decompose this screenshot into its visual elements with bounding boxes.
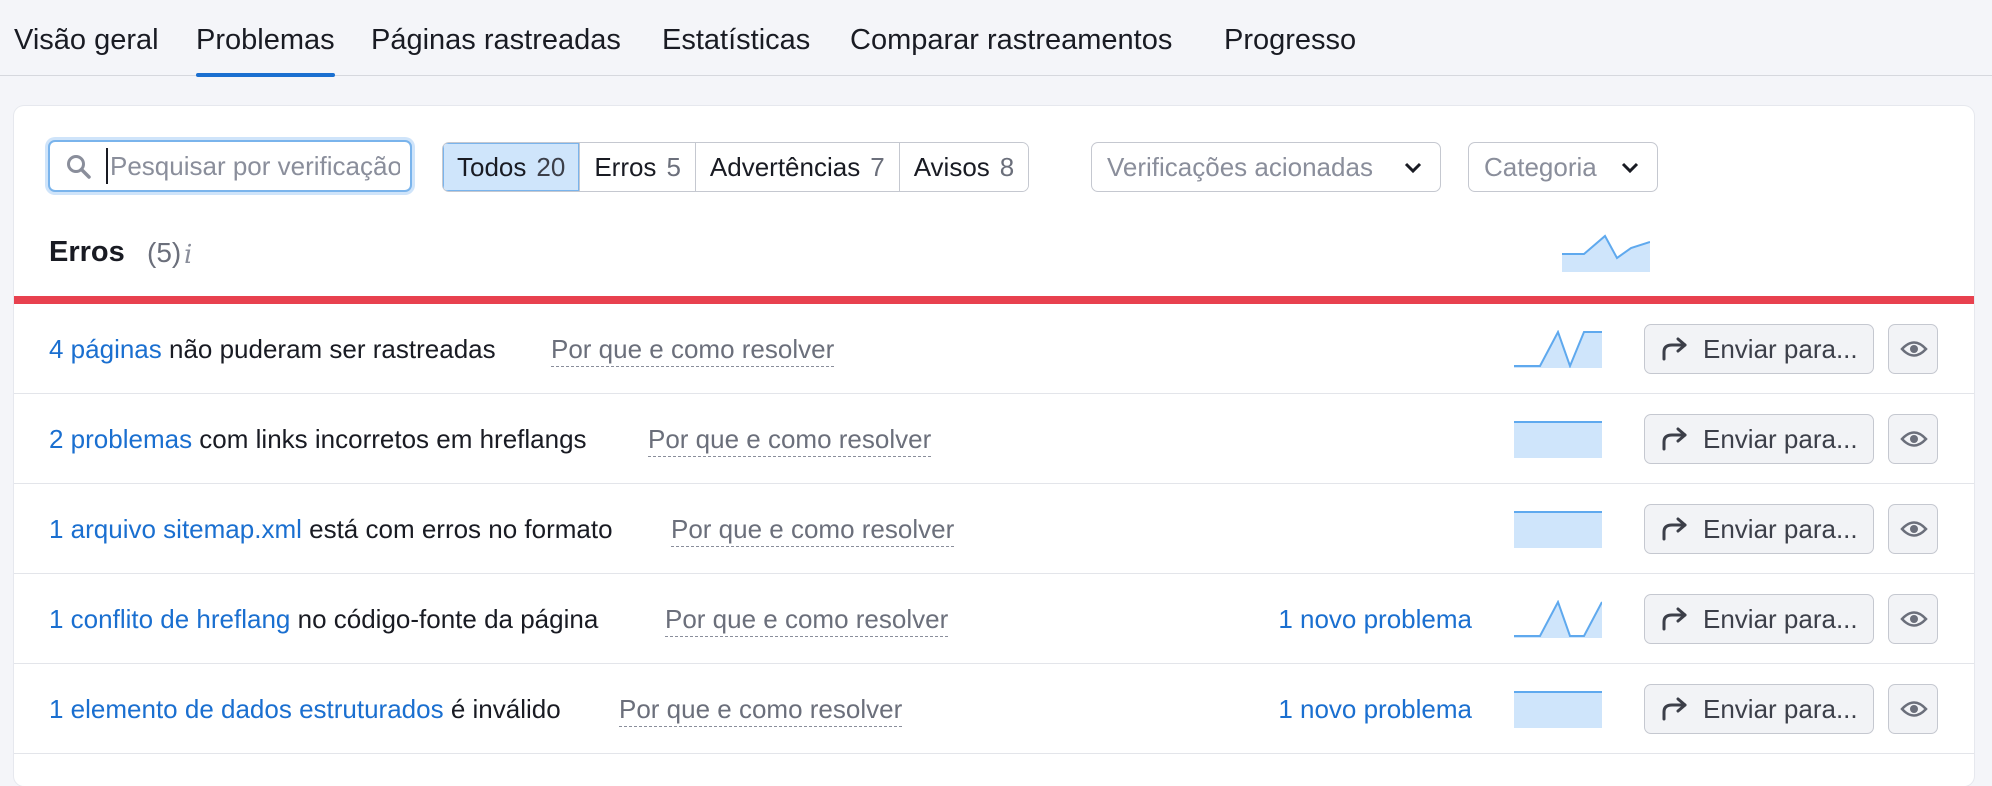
eye-icon	[1900, 701, 1928, 717]
filter-count: 20	[536, 152, 566, 182]
filter-count: 7	[870, 152, 885, 182]
filter-label: Avisos	[913, 152, 990, 182]
table-row: 1 arquivo sitemap.xml está com erros no …	[14, 484, 1974, 574]
new-issue-link[interactable]: 1 novo problema	[1278, 574, 1472, 664]
issue-link[interactable]: 1 arquivo sitemap.xml	[49, 514, 302, 544]
eye-icon	[1900, 341, 1928, 357]
category-dropdown-label: Categoria	[1484, 152, 1597, 182]
hide-issue-button[interactable]	[1888, 414, 1938, 464]
checks-dropdown-label: Verificações acionadas	[1107, 152, 1373, 182]
table-row: 4 páginas não puderam ser rastreadas Por…	[14, 304, 1974, 394]
tab-estatisticas[interactable]: Estatísticas	[662, 0, 810, 76]
errors-severity-bar	[14, 296, 1974, 304]
tab-bar: Visão geral Problemas Páginas rastreadas…	[0, 0, 1992, 77]
send-to-button[interactable]: Enviar para...	[1644, 324, 1874, 374]
new-issue-link[interactable]: 1 novo problema	[1278, 664, 1472, 754]
issue-text: 1 arquivo sitemap.xml está com erros no …	[49, 484, 613, 574]
issue-link[interactable]: 1 elemento de dados estruturados	[49, 694, 444, 724]
category-dropdown[interactable]: Categoria	[1468, 142, 1658, 192]
hide-issue-button[interactable]	[1888, 504, 1938, 554]
section-title: Erros	[49, 236, 125, 268]
section-count: (5)	[147, 237, 182, 268]
issue-description: é inválido	[443, 694, 561, 724]
issue-link[interactable]: 2 problemas	[49, 424, 192, 454]
issue-text: 4 páginas não puderam ser rastreadas	[49, 304, 496, 394]
filter-todos[interactable]: Todos 20	[443, 143, 581, 191]
filter-label: Erros	[594, 152, 657, 182]
checks-dropdown[interactable]: Verificações acionadas	[1091, 142, 1441, 192]
send-to-label: Enviar para...	[1703, 514, 1858, 544]
share-arrow-icon	[1662, 697, 1687, 721]
send-to-button[interactable]: Enviar para...	[1644, 594, 1874, 644]
eye-icon	[1900, 431, 1928, 447]
issue-description: com links incorretos em hreflangs	[192, 424, 587, 454]
why-how-to-fix-label: Por que e como resolver	[619, 694, 903, 727]
search-box	[48, 140, 412, 192]
send-to-label: Enviar para...	[1703, 694, 1858, 724]
share-arrow-icon	[1662, 517, 1687, 541]
issue-description: não puderam ser rastreadas	[161, 334, 496, 364]
search-input[interactable]	[106, 148, 400, 184]
send-to-label: Enviar para...	[1703, 424, 1858, 454]
hide-issue-button[interactable]	[1888, 324, 1938, 374]
why-how-to-fix-label: Por que e como resolver	[648, 424, 932, 457]
why-how-to-fix-link[interactable]: Por que e como resolver	[551, 304, 835, 394]
hide-issue-button[interactable]	[1888, 594, 1938, 644]
filter-erros[interactable]: Erros 5	[580, 143, 696, 191]
share-arrow-icon	[1662, 427, 1687, 451]
table-row: 1 elemento de dados estruturados é invál…	[14, 664, 1974, 754]
why-how-to-fix-label: Por que e como resolver	[665, 604, 949, 637]
tab-paginas-rastreadas[interactable]: Páginas rastreadas	[371, 0, 621, 76]
filter-count: 5	[666, 152, 681, 182]
issue-text: 1 elemento de dados estruturados é invál…	[49, 664, 561, 754]
eye-icon	[1900, 611, 1928, 627]
tab-comparar-rastreamentos[interactable]: Comparar rastreamentos	[850, 0, 1172, 76]
tab-visao-geral[interactable]: Visão geral	[14, 0, 159, 76]
errors-trend-sparkline	[1562, 234, 1650, 272]
table-row: 1 conflito de hreflang no código-fonte d…	[14, 574, 1974, 664]
send-to-label: Enviar para...	[1703, 334, 1858, 364]
why-how-to-fix-link[interactable]: Por que e como resolver	[671, 484, 955, 574]
send-to-label: Enviar para...	[1703, 604, 1858, 634]
issue-description: no código-fonte da página	[290, 604, 599, 634]
severity-filter: Todos 20 Erros 5 Advertências 7 Avisos 8	[442, 142, 1030, 192]
why-how-to-fix-link[interactable]: Por que e como resolver	[648, 394, 932, 484]
tab-progresso[interactable]: Progresso	[1224, 0, 1356, 76]
filter-avisos[interactable]: Avisos 8	[899, 143, 1029, 191]
issue-text: 2 problemas com links incorretos em href…	[49, 394, 587, 484]
issue-sparkline	[1514, 691, 1602, 728]
why-how-to-fix-label: Por que e como resolver	[551, 334, 835, 367]
issue-link[interactable]: 1 conflito de hreflang	[49, 604, 290, 634]
why-how-to-fix-link[interactable]: Por que e como resolver	[665, 574, 949, 664]
share-arrow-icon	[1662, 607, 1687, 631]
filter-count: 8	[999, 152, 1015, 182]
issue-sparkline	[1514, 600, 1602, 638]
share-arrow-icon	[1662, 337, 1687, 361]
issue-description: está com erros no formato	[301, 514, 613, 544]
why-how-to-fix-label: Por que e como resolver	[671, 514, 955, 547]
issue-text: 1 conflito de hreflang no código-fonte d…	[49, 574, 598, 664]
send-to-button[interactable]: Enviar para...	[1644, 684, 1874, 734]
send-to-button[interactable]: Enviar para...	[1644, 414, 1874, 464]
chevron-down-icon	[1404, 162, 1422, 174]
issue-sparkline	[1514, 330, 1602, 368]
hide-issue-button[interactable]	[1888, 684, 1938, 734]
issue-sparkline	[1514, 511, 1602, 548]
table-row: 2 problemas com links incorretos em href…	[14, 394, 1974, 484]
chevron-down-icon	[1621, 162, 1639, 174]
why-how-to-fix-link[interactable]: Por que e como resolver	[619, 664, 903, 754]
tab-problemas[interactable]: Problemas	[196, 0, 335, 77]
search-icon	[67, 155, 91, 179]
filter-advertencias[interactable]: Advertências 7	[695, 143, 900, 191]
filter-label: Advertências	[709, 152, 861, 182]
info-icon[interactable]: i	[184, 240, 192, 270]
issue-sparkline	[1514, 421, 1602, 458]
eye-icon	[1900, 521, 1928, 537]
filter-label: Todos	[457, 152, 527, 182]
send-to-button[interactable]: Enviar para...	[1644, 504, 1874, 554]
issues-card: Todos 20 Erros 5 Advertências 7 Avisos 8 Ver…	[14, 106, 1974, 786]
issue-link[interactable]: 4 páginas	[49, 334, 162, 364]
